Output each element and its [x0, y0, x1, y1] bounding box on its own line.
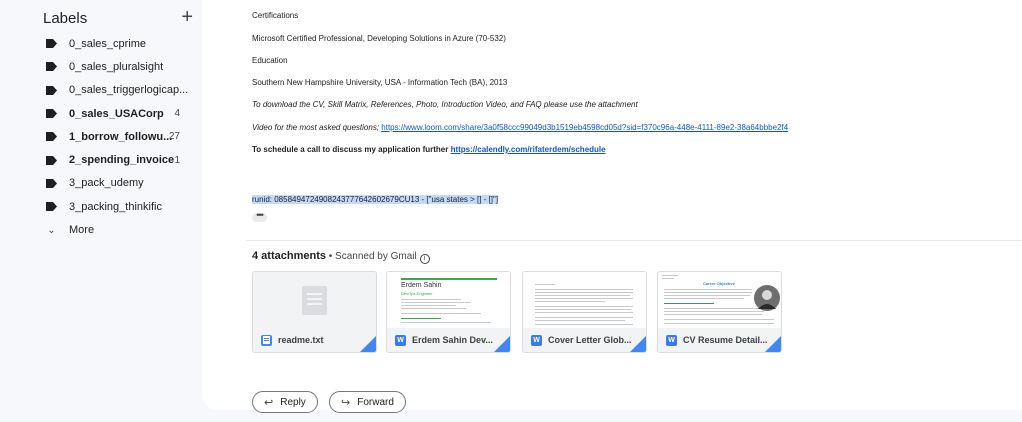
file-corner-fold	[360, 336, 376, 352]
runid-line: runid: 0858494724908243777642602679CU13 …	[252, 195, 499, 204]
preview-accent-bar	[401, 278, 497, 280]
sidebar-label-item[interactable]: 0_sales_pluralsight	[26, 55, 198, 78]
video-note-text: Video for the most asked questions;	[252, 123, 382, 132]
label-unread-count: 1	[174, 154, 180, 166]
label-name: 0_sales_triggerlogicap...	[69, 84, 189, 97]
label-tag-icon	[46, 85, 57, 95]
schedule-link[interactable]: https://calendly.com/rifaterdem/schedule	[451, 145, 606, 154]
label-name: 0_sales_cprime	[69, 37, 147, 50]
label-tag-icon	[46, 39, 57, 49]
sidebar-label-item[interactable]: 0_sales_triggerlogicap...	[26, 79, 198, 102]
sidebar-more-item[interactable]: ⌄ More	[26, 218, 198, 241]
video-link[interactable]: https://www.loom.com/share/3a0f58ccc9904…	[381, 123, 788, 132]
education-heading: Education	[252, 56, 288, 65]
attachment-card[interactable]: Erdem Sahin DevOps Engineer W Erdem Sahi…	[386, 271, 511, 353]
labels-header: Labels +	[43, 7, 193, 30]
attachment-name: Erdem Sahin Dev...	[412, 335, 493, 345]
attachment-name: readme.txt	[278, 335, 324, 345]
attachment-preview	[253, 272, 376, 328]
label-list: 0_sales_cprime 0_sales_pluralsight 0_sal…	[26, 32, 198, 242]
chevron-down-icon: ⌄	[47, 224, 56, 236]
email-view: Certifications Microsoft Certified Profe…	[202, 0, 1022, 413]
label-name: 0_sales_pluralsight	[69, 60, 164, 73]
reply-arrow-icon: ↩	[264, 396, 274, 409]
label-tag-icon	[46, 109, 57, 119]
file-corner-fold	[494, 336, 510, 352]
label-tag-icon	[46, 132, 57, 142]
word-icon: W	[395, 334, 406, 346]
attachment-footer: W Erdem Sahin Dev...	[387, 328, 510, 352]
sidebar-label-item[interactable]: 0_sales_cprime	[26, 32, 198, 55]
forward-button[interactable]: ↪ Forward	[329, 391, 406, 413]
attachment-card[interactable]: W Cover Letter Glob...	[522, 271, 647, 353]
labels-sidebar: Labels + 0_sales_cprime 0_sales_pluralsi…	[26, 0, 198, 422]
sidebar-label-item[interactable]: 0_sales_USACorp 4	[26, 102, 198, 125]
scanned-by-gmail: • Scanned by Gmail	[325, 251, 420, 262]
attachment-footer: W CV Resume Detail...	[658, 328, 781, 352]
schedule-note: To schedule a call to discuss my applica…	[252, 145, 606, 154]
label-unread-count: 27	[168, 131, 180, 143]
attachment-card[interactable]: Career Objective W CV Resume Detail...	[657, 271, 782, 353]
sidebar-label-item[interactable]: 3_pack_udemy	[26, 172, 198, 195]
reply-label: Reply	[280, 396, 306, 408]
label-tag-icon	[46, 155, 57, 165]
attachment-name: Cover Letter Glob...	[548, 335, 632, 345]
schedule-note-text: To schedule a call to discuss my applica…	[252, 145, 451, 154]
forward-arrow-icon: ↪	[341, 396, 351, 409]
label-name: 3_pack_udemy	[69, 177, 144, 190]
word-icon: W	[531, 334, 542, 346]
forward-label: Forward	[357, 396, 394, 408]
sidebar-label-item[interactable]: 2_spending_invoice 1	[26, 148, 198, 171]
attachments-count: 4 attachments	[252, 250, 326, 262]
video-note: Video for the most asked questions; http…	[252, 123, 788, 132]
more-label: More	[69, 224, 95, 237]
show-trimmed-content-button[interactable]: •••	[252, 211, 267, 222]
attachment-preview: Erdem Sahin DevOps Engineer	[387, 272, 510, 328]
profile-photo-thumbnail	[754, 285, 780, 311]
sidebar-label-item[interactable]: 3_packing_thinkific	[26, 195, 198, 218]
education-item: Southern New Hampshire University, USA -…	[252, 78, 508, 87]
labels-title: Labels	[43, 10, 88, 27]
file-corner-fold	[765, 336, 781, 352]
attachment-footer: W Cover Letter Glob...	[523, 328, 646, 352]
info-icon[interactable]: i	[419, 254, 430, 264]
attachment-preview	[523, 272, 646, 328]
preview-subtitle: DevOps Engineer	[401, 291, 433, 296]
label-name: 3_packing_thinkific	[69, 200, 162, 213]
attachments-divider	[246, 240, 1022, 241]
sidebar-label-item[interactable]: 1_borrow_followu... 27	[26, 125, 198, 148]
attachments-header: 4 attachments • Scanned by Gmail i	[252, 250, 430, 264]
text-file-preview-icon	[302, 286, 327, 315]
reply-button[interactable]: ↩ Reply	[252, 391, 318, 413]
word-icon: W	[666, 334, 677, 346]
attachment-footer: readme.txt	[253, 328, 376, 352]
attachment-card[interactable]: readme.txt	[252, 271, 377, 353]
add-label-plus-icon[interactable]: +	[181, 7, 193, 27]
preview-heading: Career Objective	[703, 281, 735, 286]
doc-icon	[261, 334, 272, 346]
attachment-name: CV Resume Detail...	[683, 335, 767, 345]
label-tag-icon	[46, 62, 57, 72]
download-note: To download the CV, Skill Matrix, Refere…	[252, 100, 638, 109]
label-tag-icon	[46, 202, 57, 212]
attachment-preview: Career Objective	[658, 272, 781, 328]
label-unread-count: 4	[174, 108, 180, 120]
certifications-heading: Certifications	[252, 11, 299, 20]
runid-text: runid: 0858494724908243777642602679CU13 …	[252, 195, 499, 204]
preview-name: Erdem Sahin	[401, 282, 442, 289]
file-corner-fold	[630, 336, 646, 352]
label-tag-icon	[46, 178, 57, 188]
certification-item: Microsoft Certified Professional, Develo…	[252, 34, 506, 43]
